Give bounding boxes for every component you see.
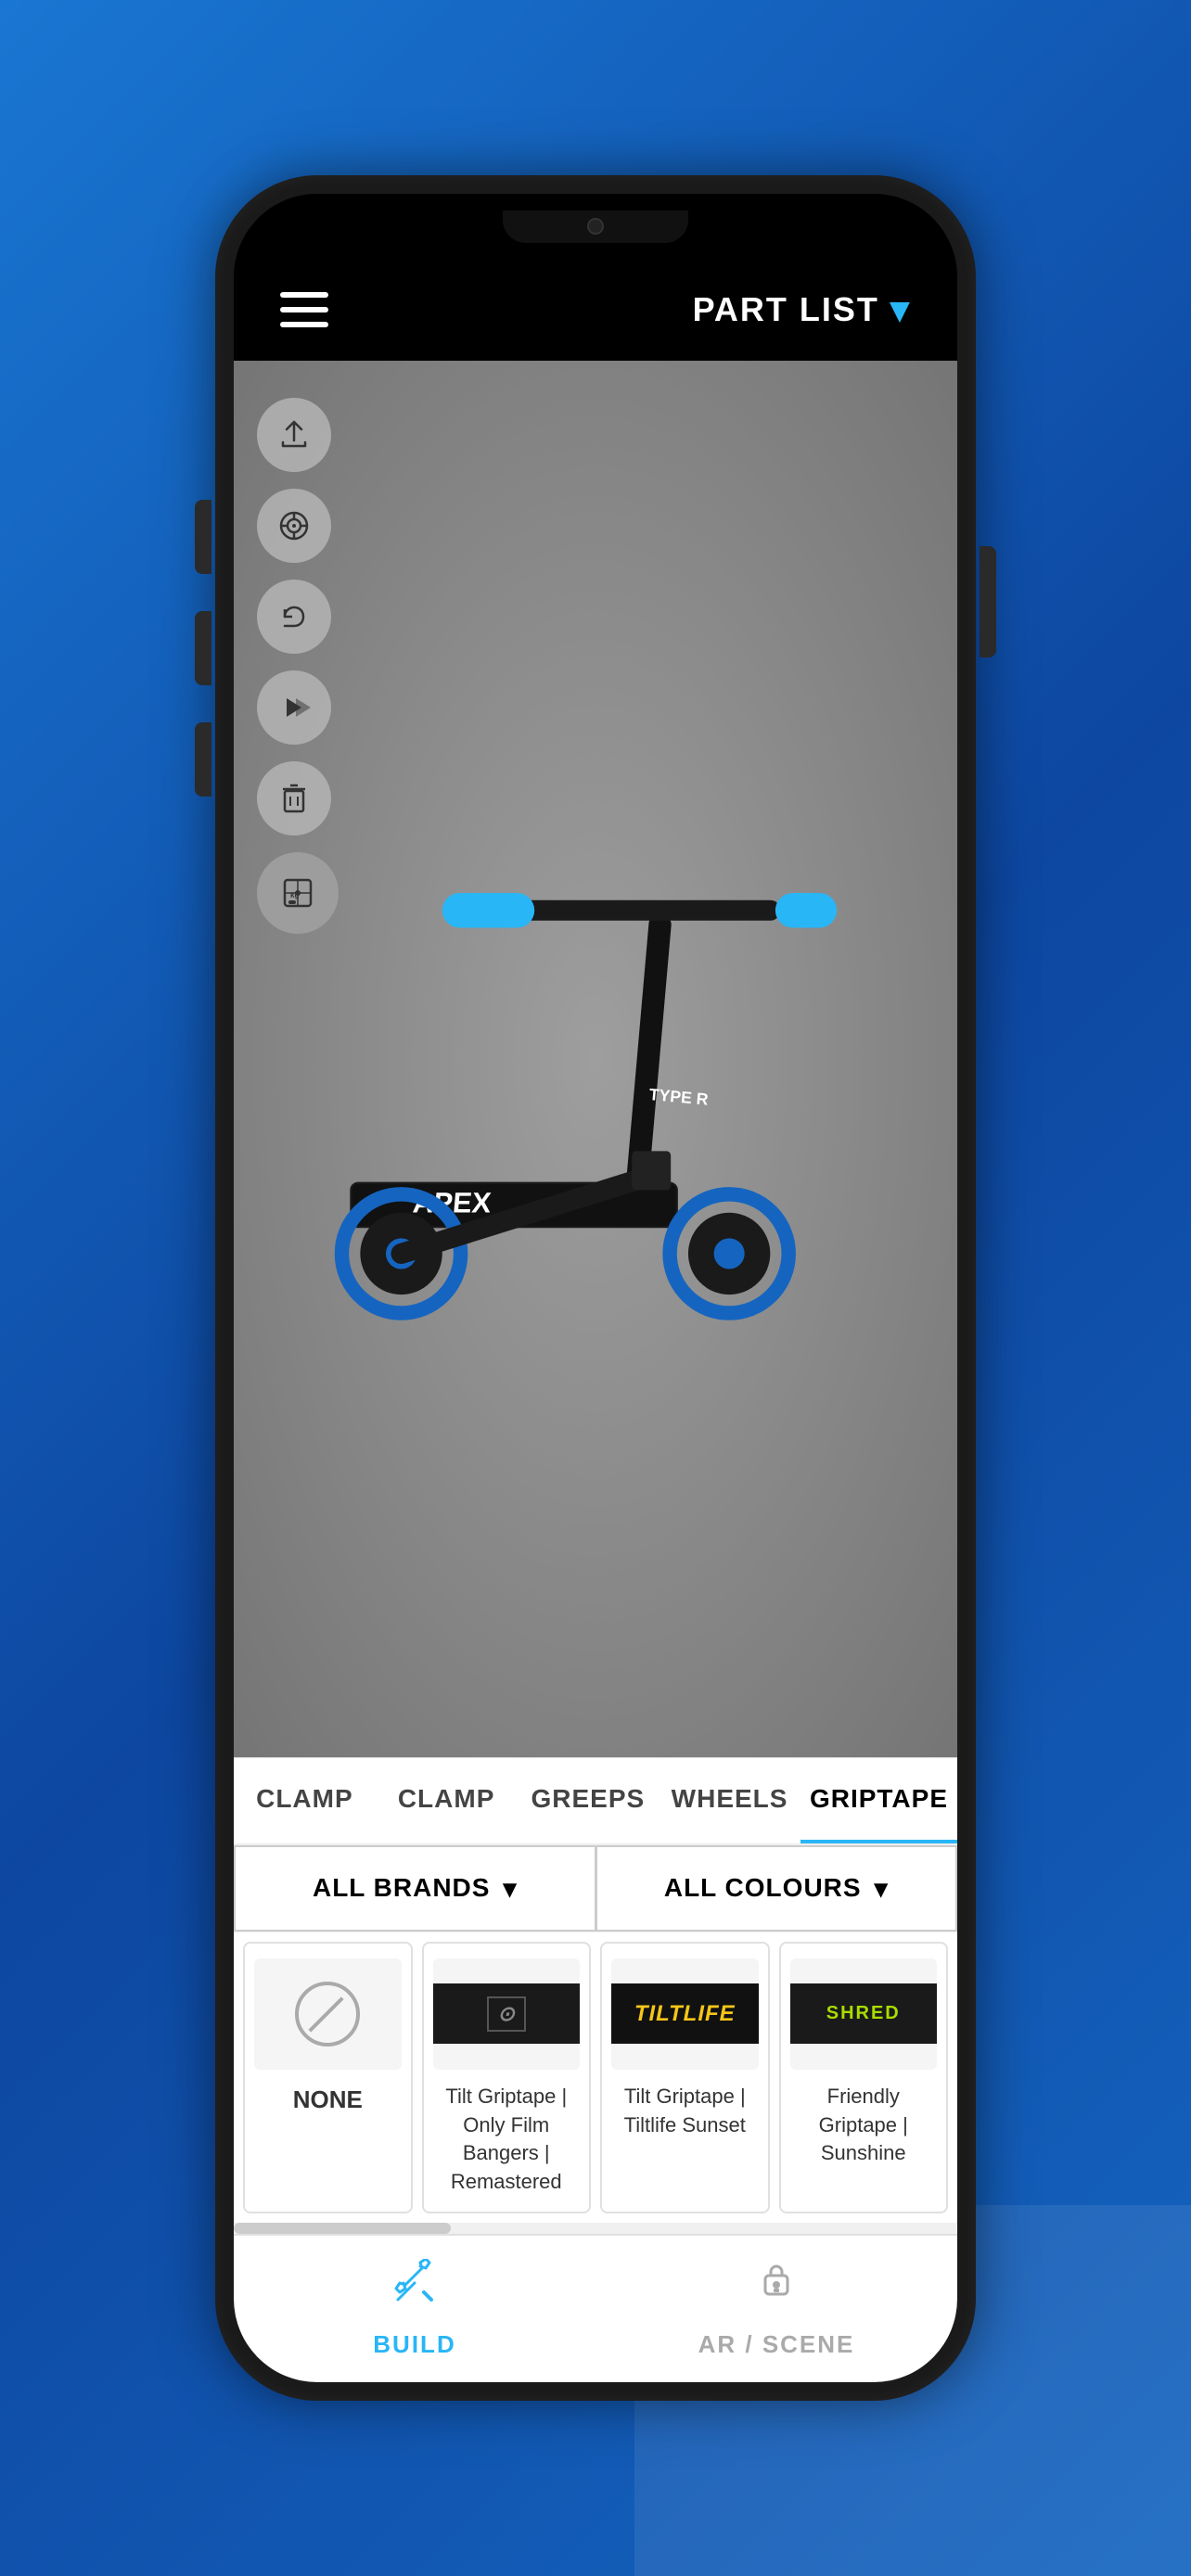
scale-button[interactable]: kg [257, 852, 339, 934]
tab-greeps[interactable]: GREEPS [517, 1758, 659, 1843]
griptape-tiltlife-bg: TILTLIFE [611, 1983, 759, 2044]
brands-filter-button[interactable]: ALL BRANDS ▾ [234, 1845, 596, 1932]
hamburger-line-1 [280, 292, 328, 298]
griptape-tilt-brand: ⊙ [487, 1996, 526, 2032]
griptape-friendly-bg: SHRED [790, 1983, 938, 2044]
product-name-none: NONE [293, 2083, 363, 2116]
product-image-none [254, 1958, 402, 2070]
product-card-none[interactable]: NONE [243, 1942, 413, 2213]
hamburger-button[interactable] [280, 292, 328, 327]
build-label: BUILD [373, 2330, 455, 2359]
front-camera [587, 218, 604, 235]
griptape-tilt-img: ⊙ [433, 1958, 581, 2070]
delete-button[interactable] [257, 761, 331, 835]
product-image-tilt-sunset: TILTLIFE [611, 1958, 759, 2070]
scroll-thumb [234, 2223, 451, 2234]
background: PART LIST ▾ APEX [0, 0, 1191, 2576]
phone-frame: PART LIST ▾ APEX [215, 175, 976, 2401]
left-toolbar: kg [257, 398, 339, 934]
scroll-indicator [234, 2223, 957, 2234]
product-image-friendly-sunshine: SHRED [790, 1958, 938, 2070]
bottom-nav: BUILD AR / SCENE [234, 2234, 957, 2382]
product-grid: NONE ⊙ Tilt Griptape | Only Film Bangers… [234, 1932, 957, 2223]
product-name-tilt-sunset: Tilt Griptape | Tiltlife Sunset [611, 2083, 759, 2140]
forward-button[interactable] [257, 670, 331, 745]
tab-clamp2[interactable]: CLAMP [376, 1758, 518, 1843]
part-list-label: PART LIST [693, 290, 879, 329]
product-name-tilt-bangers: Tilt Griptape | Only Film Bangers | Rema… [433, 2083, 581, 2197]
brands-filter-label: ALL BRANDS [313, 1873, 490, 1903]
part-list-button[interactable]: PART LIST ▾ [693, 288, 911, 331]
tab-griptape[interactable]: GRIPTAPE [800, 1758, 957, 1843]
tab-clamp1[interactable]: CLAMP [234, 1758, 376, 1843]
griptape-friendly-img: SHRED [790, 1958, 938, 2070]
nav-ar-scene[interactable]: AR / SCENE [596, 2236, 957, 2382]
product-card-tilt-sunset[interactable]: TILTLIFE Tilt Griptape | Tiltlife Sunset [600, 1942, 770, 2213]
griptape-tiltlife-img: TILTLIFE [611, 1958, 759, 2070]
svg-text:TYPE R: TYPE R [648, 1085, 710, 1109]
notch-bar [234, 194, 957, 259]
product-card-tilt-bangers[interactable]: ⊙ Tilt Griptape | Only Film Bangers | Re… [422, 1942, 592, 2213]
none-icon [295, 1982, 360, 2047]
notch [503, 210, 688, 243]
ar-label: AR / SCENE [698, 2330, 855, 2359]
build-icon [391, 2259, 439, 2319]
hamburger-line-2 [280, 307, 328, 312]
nav-build[interactable]: BUILD [234, 2236, 596, 2382]
product-card-friendly-sunshine[interactable]: SHRED Friendly Griptape | Sunshine [779, 1942, 949, 2213]
griptape-tilt-bg: ⊙ [433, 1983, 581, 2044]
brands-chevron: ▾ [503, 1873, 517, 1904]
filter-row: ALL BRANDS ▾ ALL COLOURS ▾ [234, 1843, 957, 1932]
phone-screen: PART LIST ▾ APEX [234, 194, 957, 2382]
svg-text:kg: kg [290, 891, 299, 899]
scooter-illustration: APEX [288, 465, 903, 1652]
product-image-tilt-bangers: ⊙ [433, 1958, 581, 2070]
top-nav: PART LIST ▾ [234, 259, 957, 361]
griptape-tiltlife-brand: TILTLIFE [634, 2001, 736, 2027]
hamburger-line-3 [280, 322, 328, 327]
scooter-viewport[interactable]: APEX [234, 361, 957, 1757]
colours-filter-label: ALL COLOURS [664, 1873, 862, 1903]
griptape-friendly-brand: SHRED [826, 2003, 901, 2024]
ar-icon [752, 2259, 800, 2319]
scooter-3d-view: APEX [234, 361, 957, 1757]
target-button[interactable] [257, 489, 331, 563]
colours-filter-button[interactable]: ALL COLOURS ▾ [596, 1845, 958, 1932]
parts-tab-bar: CLAMP CLAMP GREEPS WHEELS GRIPTAPE [234, 1757, 957, 1843]
part-list-chevron: ▾ [890, 288, 911, 331]
undo-button[interactable] [257, 580, 331, 654]
colours-chevron: ▾ [875, 1873, 889, 1904]
product-name-friendly-sunshine: Friendly Griptape | Sunshine [790, 2083, 938, 2168]
share-button[interactable] [257, 398, 331, 472]
tab-wheels[interactable]: WHEELS [659, 1758, 800, 1843]
